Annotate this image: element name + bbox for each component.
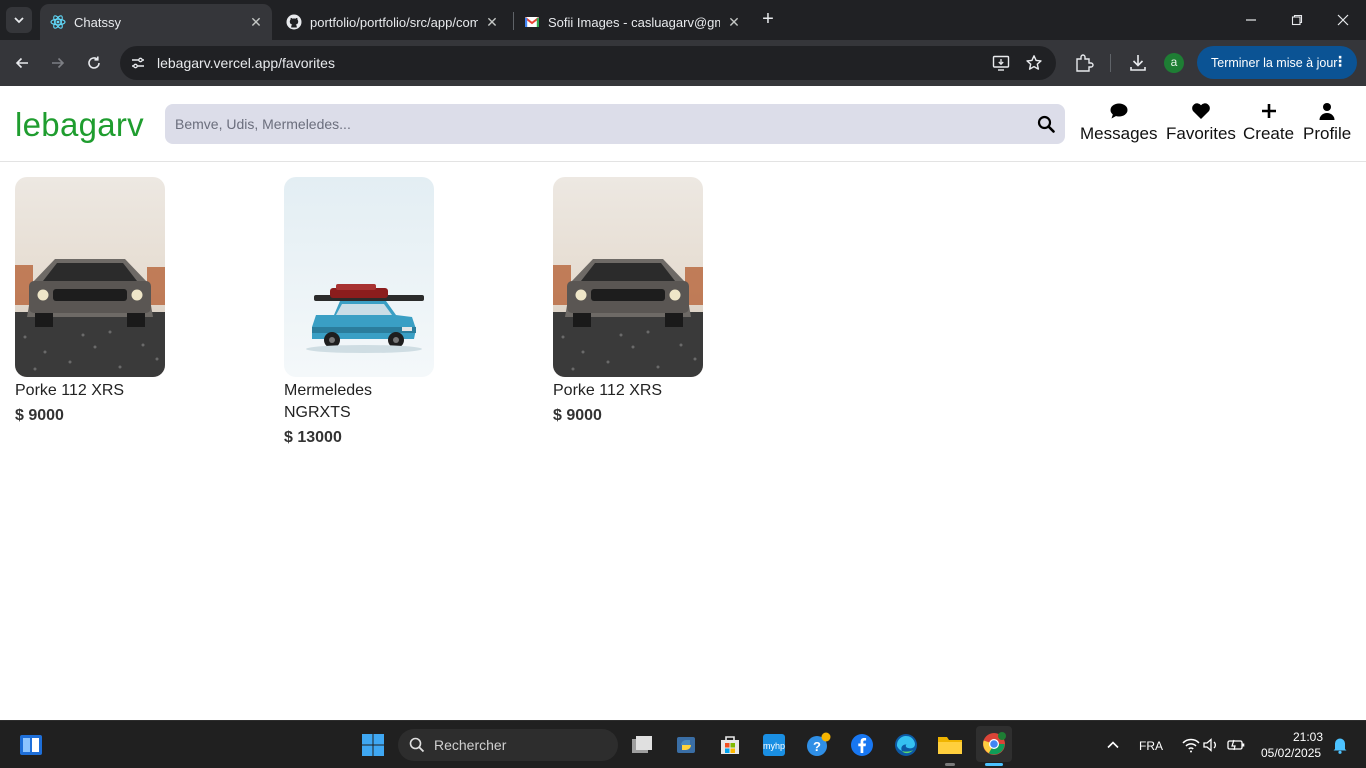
edge-icon[interactable] <box>893 732 919 758</box>
install-app-icon[interactable] <box>992 54 1010 72</box>
close-icon[interactable]: ✕ <box>248 14 264 30</box>
windows-start-icon[interactable] <box>360 732 386 758</box>
message-icon <box>1109 101 1129 121</box>
tab-chatssy[interactable]: Chatssy ✕ <box>40 4 272 40</box>
notification-bell-icon[interactable] <box>1327 732 1353 758</box>
close-window-button[interactable] <box>1330 8 1356 32</box>
user-icon <box>1317 101 1337 121</box>
app-running-indicator <box>945 763 955 766</box>
favorite-card[interactable]: Mermeledes NGRXTS $ 13000 <box>284 177 444 447</box>
taskbar-search[interactable]: Rechercher <box>398 729 618 761</box>
widgets-icon[interactable] <box>18 732 44 758</box>
search-icon <box>409 737 425 753</box>
plus-icon <box>1259 101 1279 121</box>
car-image[interactable] <box>284 177 434 377</box>
toolbar-divider <box>1110 54 1111 72</box>
more-menu-icon[interactable]: ⋮ <box>1333 53 1347 70</box>
tab-title: Chatssy <box>74 14 121 30</box>
microsoft-store-icon[interactable] <box>717 732 743 758</box>
car-price: $ 9000 <box>15 407 64 424</box>
nav-messages[interactable]: Messages <box>1080 101 1157 144</box>
minimize-icon <box>1246 19 1256 21</box>
search-button[interactable] <box>1035 113 1057 135</box>
close-icon <box>1337 14 1349 26</box>
chevron-down-icon <box>14 17 24 24</box>
language-indicator[interactable]: FRA <box>1139 739 1163 753</box>
tab-title: Sofii Images - casluagarv@gma <box>548 14 720 30</box>
taskbar-search-label: Rechercher <box>434 737 507 753</box>
tab-search-button[interactable] <box>6 7 32 33</box>
tab-gmail[interactable]: Sofii Images - casluagarv@gma ✕ <box>514 4 750 40</box>
file-explorer-icon[interactable] <box>937 732 963 758</box>
help-icon[interactable]: ? <box>805 732 831 758</box>
browser-tab-strip: Chatssy ✕ portfolio/portfolio/src/app/co… <box>0 0 1366 40</box>
nav-profile[interactable]: Profile <box>1303 101 1351 144</box>
site-info-icon[interactable] <box>128 53 148 73</box>
facebook-icon[interactable] <box>849 732 875 758</box>
bookmark-star-icon[interactable] <box>1025 54 1043 72</box>
task-view-icon[interactable] <box>629 732 655 758</box>
search-icon <box>1037 115 1055 133</box>
extensions-icon[interactable] <box>1074 53 1094 73</box>
heart-icon <box>1191 101 1211 121</box>
nav-favorites[interactable]: Favorites <box>1166 101 1236 144</box>
browser-toolbar: lebagarv.vercel.app/favorites a Terminer… <box>0 40 1366 86</box>
reload-button[interactable] <box>82 51 106 75</box>
profile-avatar[interactable]: a <box>1164 53 1184 73</box>
car-price: $ 9000 <box>553 407 602 424</box>
taskbar: Rechercher myhp ? FRA 21:03 05/02/2025 <box>0 720 1366 768</box>
back-button[interactable] <box>10 51 34 75</box>
github-icon <box>286 14 302 30</box>
downloads-icon[interactable] <box>1128 53 1148 73</box>
update-label: Terminer la mise à jour <box>1211 55 1338 70</box>
clock-time[interactable]: 21:03 <box>1293 730 1323 744</box>
arrow-left-icon <box>15 57 28 69</box>
chevron-up-icon[interactable] <box>1100 732 1126 758</box>
react-icon <box>50 15 66 29</box>
favorite-card[interactable]: Porke 112 XRS $ 9000 <box>553 177 713 425</box>
car-name: Mermeledes NGRXTS <box>284 382 373 421</box>
nav-create[interactable]: Create <box>1243 101 1294 144</box>
car-image[interactable] <box>553 177 703 377</box>
restore-button[interactable] <box>1284 8 1310 32</box>
clock-date[interactable]: 05/02/2025 <box>1261 746 1321 760</box>
site-logo[interactable]: lebagarv <box>15 106 144 144</box>
site-header: lebagarv Messages Favorites Create <box>0 87 1366 162</box>
car-name: Porke 112 XRS <box>15 382 125 399</box>
reload-icon <box>88 56 100 69</box>
url-text[interactable]: lebagarv.vercel.app/favorites <box>157 55 335 71</box>
nav-label: Messages <box>1080 124 1158 143</box>
nav-label: Create <box>1243 124 1295 143</box>
volume-icon[interactable] <box>1198 732 1224 758</box>
nav-label: Favorites <box>1166 124 1236 143</box>
battery-icon[interactable] <box>1223 732 1249 758</box>
close-icon[interactable]: ✕ <box>484 14 500 30</box>
chrome-icon[interactable] <box>976 726 1012 762</box>
search-input[interactable] <box>175 114 1025 134</box>
svg-text:?: ? <box>813 739 821 754</box>
gmail-icon <box>524 17 540 27</box>
arrow-right-icon <box>52 57 65 69</box>
app-active-indicator <box>985 763 1003 766</box>
search-bar <box>165 104 1065 144</box>
address-bar[interactable]: lebagarv.vercel.app/favorites <box>120 46 1056 80</box>
minimize-button[interactable] <box>1238 8 1264 32</box>
tab-github[interactable]: portfolio/portfolio/src/app/com ✕ <box>276 4 508 40</box>
car-image[interactable] <box>15 177 165 377</box>
forward-button[interactable] <box>46 51 70 75</box>
favorite-card[interactable]: Porke 112 XRS $ 9000 <box>15 177 175 425</box>
restore-icon <box>1291 14 1303 26</box>
car-price: $ 13000 <box>284 429 342 446</box>
new-tab-button[interactable]: + <box>757 9 779 31</box>
tab-title: portfolio/portfolio/src/app/com <box>310 14 478 30</box>
python-icon[interactable] <box>673 732 699 758</box>
car-name: Porke 112 XRS <box>553 382 663 399</box>
myhp-icon[interactable]: myhp <box>761 732 787 758</box>
nav-label: Profile <box>1303 124 1352 143</box>
page-content: lebagarv Messages Favorites Create <box>0 87 1366 720</box>
close-icon[interactable]: ✕ <box>726 14 742 30</box>
update-chrome-button[interactable]: Terminer la mise à jour ⋮ <box>1197 46 1357 79</box>
svg-text:myhp: myhp <box>763 741 785 751</box>
